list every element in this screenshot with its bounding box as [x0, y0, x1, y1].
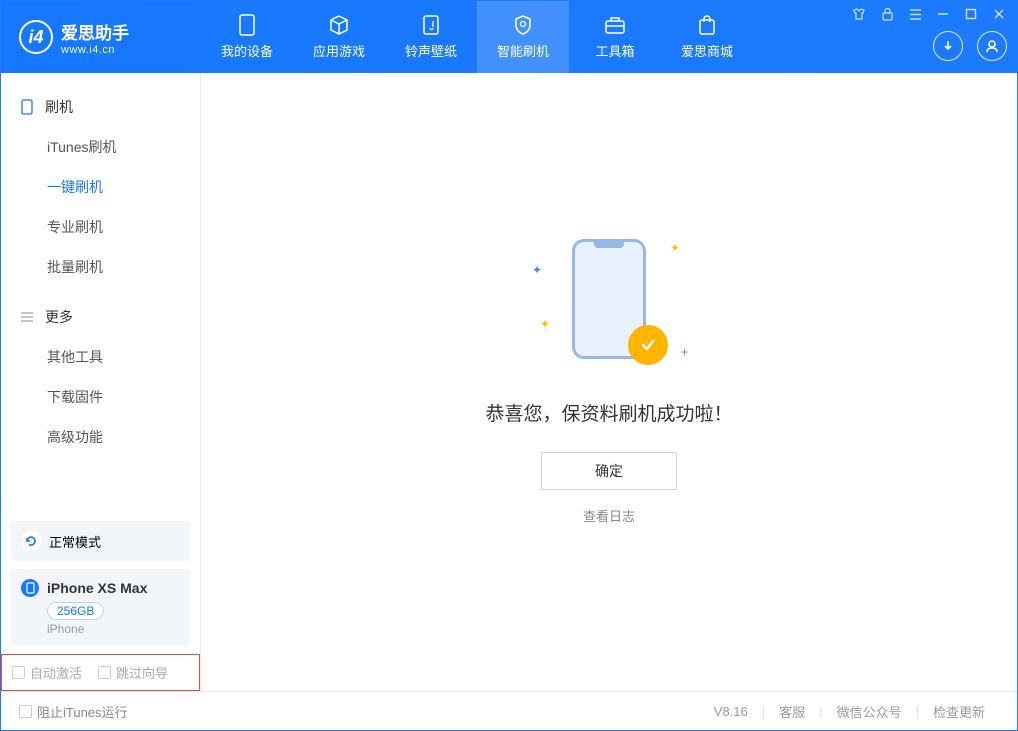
nav-label: 铃声壁纸 [405, 41, 457, 60]
checkbox-label: 阻止iTunes运行 [37, 702, 128, 721]
view-log-link[interactable]: 查看日志 [583, 506, 635, 525]
nav-ring[interactable]: 铃声壁纸 [385, 1, 477, 73]
sidebar: 刷机 iTunes刷机 一键刷机 专业刷机 批量刷机 更多 其他工具 下载固件 … [1, 73, 201, 691]
checkbox-skip-guide[interactable]: 跳过向导 [98, 663, 168, 682]
options-highlight: 自动激活 跳过向导 [1, 654, 200, 691]
nav-tools[interactable]: 工具箱 [569, 1, 661, 73]
top-nav: 我的设备 应用游戏 铃声壁纸 智能刷机 工具箱 爱思商城 [201, 1, 753, 73]
logo[interactable]: i4 爱思助手 www.i4.cn [1, 19, 201, 56]
app-title: 爱思助手 [61, 19, 129, 44]
side-nav: 刷机 iTunes刷机 一键刷机 专业刷机 批量刷机 更多 其他工具 下载固件 … [1, 73, 200, 513]
shirt-icon[interactable] [851, 6, 867, 22]
cube-icon [328, 14, 350, 36]
close-button[interactable] [991, 6, 1007, 22]
side-item-other[interactable]: 其他工具 [1, 337, 200, 377]
side-item-adv[interactable]: 高级功能 [1, 417, 200, 457]
checkbox-block-itunes[interactable]: 阻止iTunes运行 [19, 702, 128, 721]
side-group-flash: 刷机 [1, 87, 200, 127]
side-item-itunes[interactable]: iTunes刷机 [1, 127, 200, 167]
body: 刷机 iTunes刷机 一键刷机 专业刷机 批量刷机 更多 其他工具 下载固件 … [1, 73, 1017, 691]
sparkle-icon: ✦ [670, 241, 680, 255]
sparkle-icon: ✦ [540, 317, 550, 331]
main-content: ✦ ✦ ✦ + 恭喜您，保资料刷机成功啦！ 确定 查看日志 [201, 73, 1017, 691]
side-group-label: 更多 [45, 307, 73, 327]
side-group-label: 刷机 [45, 97, 73, 117]
checkbox-label: 自动激活 [30, 663, 82, 682]
device-name: iPhone XS Max [47, 580, 147, 596]
side-group-more: 更多 [1, 297, 200, 337]
checkbox-auto-activate[interactable]: 自动激活 [12, 663, 82, 682]
maximize-button[interactable] [963, 6, 979, 22]
toolbox-icon [604, 14, 626, 36]
version-label: V8.16 [714, 704, 762, 719]
side-item-batch[interactable]: 批量刷机 [1, 247, 200, 287]
sparkle-icon: + [681, 345, 688, 359]
nav-flash[interactable]: 智能刷机 [477, 1, 569, 73]
device-panel: 正常模式 iPhone XS Max 256GB iPhone [1, 513, 200, 654]
device-mode[interactable]: 正常模式 [11, 521, 190, 561]
shield-icon [512, 14, 534, 36]
logo-icon: i4 [19, 20, 53, 54]
list-icon [19, 311, 35, 323]
footer-wechat[interactable]: 微信公众号 [823, 702, 916, 721]
sparkle-icon: ✦ [532, 263, 542, 277]
refresh-icon [21, 531, 41, 551]
side-item-onekey[interactable]: 一键刷机 [1, 167, 200, 207]
checkbox-icon [98, 666, 111, 679]
device-info[interactable]: iPhone XS Max 256GB iPhone [11, 569, 190, 646]
nav-label: 工具箱 [595, 41, 634, 60]
footer: 阻止iTunes运行 V8.16 | 客服 | 微信公众号 | 检查更新 [1, 691, 1017, 731]
nav-label: 应用游戏 [313, 41, 365, 60]
lock-icon[interactable] [879, 6, 895, 22]
checkbox-icon [19, 705, 32, 718]
checkbox-icon [12, 666, 25, 679]
nav-device[interactable]: 我的设备 [201, 1, 293, 73]
device-name-row: iPhone XS Max [21, 579, 180, 597]
user-button[interactable] [977, 31, 1007, 61]
phone-outline-icon [19, 99, 35, 115]
success-message: 恭喜您，保资料刷机成功啦！ [485, 399, 732, 426]
footer-service[interactable]: 客服 [765, 702, 819, 721]
nav-label: 爱思商城 [681, 41, 733, 60]
download-button[interactable] [933, 31, 963, 61]
window-controls [851, 1, 1007, 27]
footer-update[interactable]: 检查更新 [919, 702, 999, 721]
nav-apps[interactable]: 应用游戏 [293, 1, 385, 73]
checkbox-label: 跳过向导 [116, 663, 168, 682]
app-url: www.i4.cn [61, 44, 129, 56]
ok-button[interactable]: 确定 [541, 452, 677, 490]
phone-icon [236, 14, 258, 36]
nav-label: 智能刷机 [497, 41, 549, 60]
device-type: iPhone [47, 622, 180, 636]
phone-badge-icon [21, 579, 39, 597]
device-mode-label: 正常模式 [49, 532, 101, 551]
header-right [851, 1, 1007, 73]
minimize-button[interactable] [935, 6, 951, 22]
side-item-firmware[interactable]: 下载固件 [1, 377, 200, 417]
device-capacity: 256GB [47, 602, 104, 620]
success-illustration: ✦ ✦ ✦ + [544, 239, 674, 369]
side-item-pro[interactable]: 专业刷机 [1, 207, 200, 247]
nav-store[interactable]: 爱思商城 [661, 1, 753, 73]
check-badge-icon [628, 325, 668, 365]
header: i4 爱思助手 www.i4.cn 我的设备 应用游戏 铃声壁纸 智能刷机 工具… [1, 1, 1017, 73]
nav-label: 我的设备 [221, 41, 273, 60]
music-icon [420, 14, 442, 36]
menu-icon[interactable] [907, 6, 923, 22]
bag-icon [696, 14, 718, 36]
